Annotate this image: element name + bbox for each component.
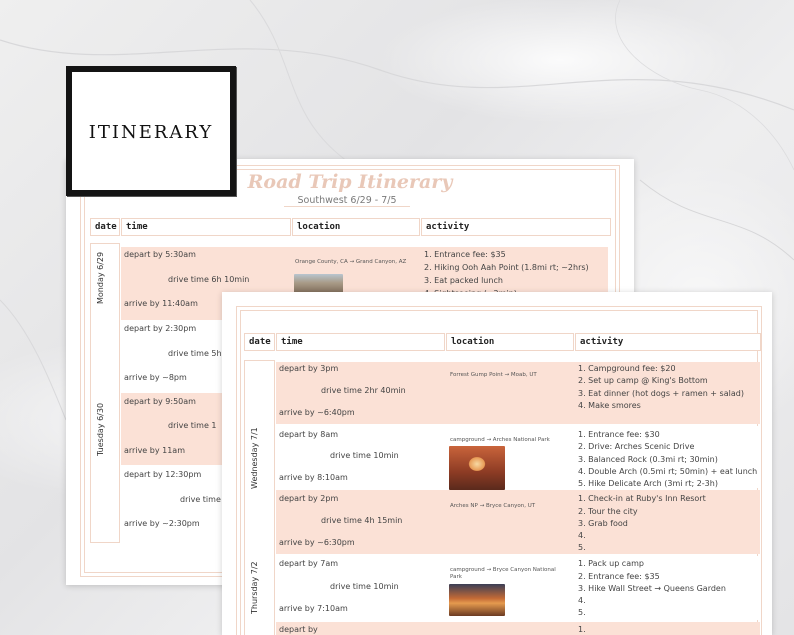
table-row: [276, 622, 760, 635]
activity-item: 4.: [578, 596, 586, 605]
depart-time: depart by 5:30am: [124, 250, 196, 259]
activity-item: 5. Hike Delicate Arch (3mi rt; 2-3h): [578, 479, 718, 488]
drive-time: drive time 10min: [330, 451, 399, 460]
activity-item: 4. Make smores: [578, 401, 641, 410]
day-label: Thursday 7/2: [250, 561, 259, 614]
activity-item: 2. Set up camp @ King's Bottom: [578, 376, 708, 385]
drive-time: drive time: [180, 495, 221, 504]
drive-time: drive time 2hr 40min: [321, 386, 406, 395]
document-subtitle: Southwest 6/29 - 7/5: [284, 195, 410, 207]
depart-time: depart by 9:50am: [124, 397, 196, 406]
grand-canyon-photo: [294, 274, 343, 294]
depart-time: depart by 2:30pm: [124, 324, 197, 333]
badge-title: ITINERARY: [88, 122, 214, 143]
drive-time: drive time 10min: [330, 582, 399, 591]
activity-item: 2. Drive: Arches Scenic Drive: [578, 442, 695, 451]
arrive-time: arrive by ~6:40pm: [279, 408, 355, 417]
activity-item: 1. Entrance fee: $35: [424, 250, 506, 259]
arrive-time: arrive by ~2:30pm: [124, 519, 200, 528]
depart-time: depart by: [279, 625, 318, 634]
activity-item: 2. Hiking Ooh Aah Point (1.8mi rt; ~2hrs…: [424, 263, 589, 272]
route: Forrest Gump Point → Moab, UT: [450, 372, 537, 378]
activity-item: 4.: [578, 531, 586, 540]
depart-time: depart by 12:30pm: [124, 470, 202, 479]
depart-time: depart by 7am: [279, 559, 339, 568]
header-location: location: [446, 333, 574, 351]
arrive-time: arrive by 8:10am: [279, 473, 348, 482]
arrive-time: arrive by 11am: [124, 446, 185, 455]
activity-item: 1. Entrance fee: $30: [578, 430, 660, 439]
drive-time: drive time 5h: [168, 349, 222, 358]
front-itinerary-page: date time location activity Wednesday 7/…: [222, 292, 772, 635]
arrive-time: arrive by 11:40am: [124, 299, 198, 308]
day-label: Wednesday 7/1: [250, 427, 259, 489]
activity-item: 3. Balanced Rock (0.3mi rt; 30min): [578, 455, 718, 464]
activity-item: 1. Pack up camp: [578, 559, 644, 568]
activity-item: 2. Tour the city: [578, 507, 638, 516]
drive-time: drive time 4h 15min: [321, 516, 403, 525]
depart-time: depart by 3pm: [279, 364, 339, 373]
drive-time: drive time 6h 10min: [168, 275, 250, 284]
route: campground → Bryce Canyon National Park: [450, 567, 556, 580]
date-column: [90, 243, 120, 543]
route: Arches NP → Bryce Canyon, UT: [450, 503, 536, 509]
header-date: date: [90, 218, 120, 236]
route: campground → Arches National Park: [450, 437, 550, 443]
header-location: location: [292, 218, 420, 236]
activity-item: 3. Eat packed lunch: [424, 276, 503, 285]
route: Orange County, CA → Grand Canyon, AZ: [295, 259, 407, 265]
bryce-canyon-photo: [449, 584, 505, 616]
header-time: time: [276, 333, 445, 351]
activity-item: 3. Hike Wall Street → Queens Garden: [578, 584, 726, 593]
arches-photo: [449, 446, 505, 490]
day-label: Tuesday 6/30: [96, 402, 105, 456]
activity-item: 2. Entrance fee: $35: [578, 572, 660, 581]
date-column: [244, 360, 275, 635]
depart-time: depart by 8am: [279, 430, 339, 439]
arrive-time: arrive by 7:10am: [279, 604, 348, 613]
activity-item: 3. Eat dinner (hot dogs + ramen + salad): [578, 389, 744, 398]
activity-item: 5.: [578, 608, 586, 617]
header-date: date: [244, 333, 275, 351]
activity-item: 4. Double Arch (0.5mi rt; 50min) + eat l…: [578, 467, 758, 476]
activity-item: 1.: [578, 625, 586, 634]
header-activity: activity: [575, 333, 761, 351]
activity-item: 1. Campground fee: $20: [578, 364, 676, 373]
arrive-time: arrive by ~8pm: [124, 373, 187, 382]
activity-item: 5.: [578, 543, 586, 552]
header-time: time: [121, 218, 291, 236]
depart-time: depart by 2pm: [279, 494, 339, 503]
activity-item: 3. Grab food: [578, 519, 628, 528]
day-label: Monday 6/29: [96, 251, 105, 304]
drive-time: drive time 1: [168, 421, 217, 430]
itinerary-badge: ITINERARY: [66, 66, 236, 196]
activity-item: 1. Check-in at Ruby's Inn Resort: [578, 494, 706, 503]
arrive-time: arrive by ~6:30pm: [279, 538, 355, 547]
header-activity: activity: [421, 218, 611, 236]
